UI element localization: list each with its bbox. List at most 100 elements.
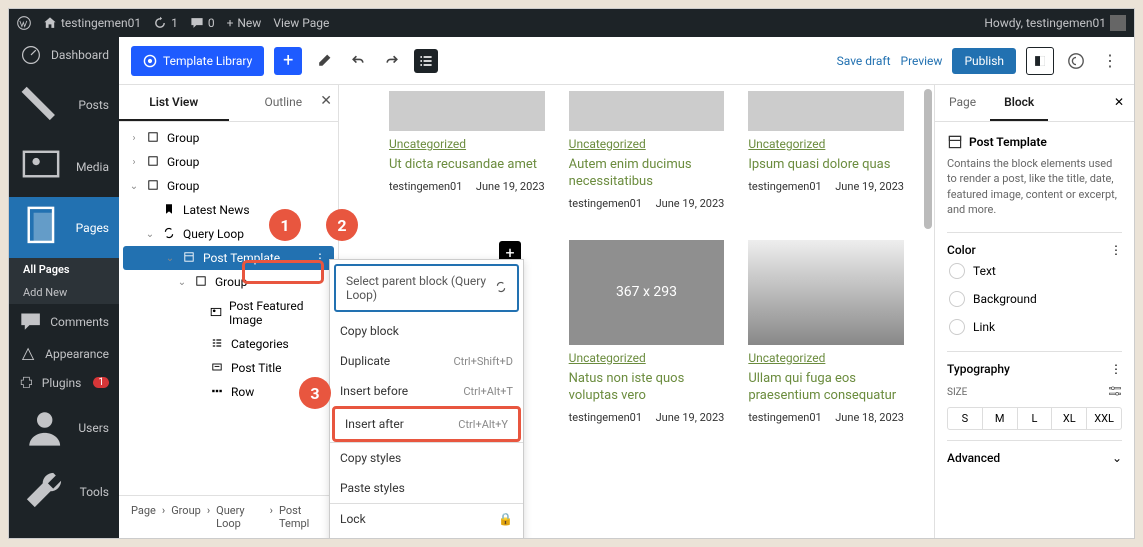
post-featured-image[interactable] <box>748 91 904 131</box>
post-title[interactable]: Ullam qui fuga eos praesentium consequat… <box>748 371 904 405</box>
color-background[interactable]: Background <box>947 285 1122 313</box>
post-card[interactable]: Uncategorized Autem enim ducimus necessi… <box>569 91 725 210</box>
canvas-scrollbar[interactable] <box>924 85 932 538</box>
tab-page[interactable]: Page <box>935 85 990 121</box>
post-featured-image[interactable] <box>748 240 904 345</box>
sidebar-item-tools[interactable]: Tools <box>9 459 119 524</box>
size-l[interactable]: L <box>1018 408 1053 429</box>
post-title[interactable]: Natus non iste quos voluptas vero <box>569 371 725 405</box>
comments-count[interactable]: 0 <box>190 16 215 30</box>
tree-item[interactable]: ⌄Group <box>119 270 338 294</box>
sidebar-item-posts[interactable]: Posts <box>9 73 119 136</box>
post-title[interactable]: Autem enim ducimus necessitatibus <box>569 157 725 191</box>
advanced-label[interactable]: Advanced <box>947 451 1000 465</box>
tree-toggle-icon[interactable]: ⌄ <box>127 181 141 192</box>
color-options-icon[interactable]: ⋮ <box>1110 243 1122 257</box>
post-card[interactable]: Uncategorized Ullam qui fuga eos praesen… <box>748 240 904 424</box>
sidebar-item-settings[interactable]: Settings <box>9 524 119 539</box>
options-icon[interactable]: ⋮ <box>1098 49 1122 73</box>
tree-item[interactable]: ⌄Post Template⋮ <box>123 246 334 270</box>
tree-toggle-icon[interactable]: ⌄ <box>163 253 177 264</box>
site-name[interactable]: testingemen01 <box>43 16 141 30</box>
post-category-link[interactable]: Uncategorized <box>748 137 904 151</box>
tree-item[interactable]: Post Title <box>119 356 338 380</box>
listview-close-icon[interactable]: ✕ <box>320 93 332 109</box>
sidebar-item-comments[interactable]: Comments <box>9 304 119 339</box>
dropdown-item[interactable]: Lock🔒 <box>330 504 523 534</box>
inspector-close-icon[interactable]: ✕ <box>1104 85 1134 121</box>
tab-block[interactable]: Block <box>990 85 1048 121</box>
post-title[interactable]: Ut dicta recusandae amet <box>389 157 545 174</box>
post-featured-image[interactable]: 367 x 293 <box>569 240 725 345</box>
post-card[interactable]: Uncategorized Ipsum quasi dolore quas te… <box>748 91 904 210</box>
post-card[interactable]: Uncategorized Ut dicta recusandae amet t… <box>389 91 545 210</box>
sidebar-item-users[interactable]: Users <box>9 396 119 459</box>
sidebar-item-dashboard[interactable]: Dashboard <box>9 37 119 73</box>
post-featured-image[interactable] <box>389 91 545 131</box>
dropdown-item[interactable]: Insert beforeCtrl+Alt+T <box>330 376 523 406</box>
dropdown-item[interactable]: Export Block↗ <box>330 534 523 539</box>
typography-options-icon[interactable]: ⋮ <box>1110 362 1122 376</box>
tree-item[interactable]: Categories <box>119 332 338 356</box>
tree-item[interactable]: Latest News <box>119 198 338 222</box>
select-parent-button[interactable]: Select parent block (Query Loop) <box>334 264 519 312</box>
publish-button[interactable]: Publish <box>952 48 1016 74</box>
tree-toggle-icon[interactable]: ⌄ <box>143 229 157 240</box>
tree-options-icon[interactable]: ⋮ <box>314 251 328 265</box>
size-s[interactable]: S <box>948 408 983 429</box>
breadcrumb-item[interactable]: Page <box>131 504 156 530</box>
post-title[interactable]: Ipsum quasi dolore quas <box>748 157 904 174</box>
template-library-button[interactable]: Template Library <box>131 46 264 76</box>
sidebar-item-appearance[interactable]: Appearance <box>9 339 119 369</box>
size-xxl[interactable]: XXL <box>1087 408 1121 429</box>
save-draft-link[interactable]: Save draft <box>837 54 891 68</box>
tree-toggle-icon[interactable]: › <box>127 133 141 144</box>
post-category-link[interactable]: Uncategorized <box>569 137 725 151</box>
sidebar-item-plugins[interactable]: Plugins1 <box>9 369 119 396</box>
post-category-link[interactable]: Uncategorized <box>748 351 904 365</box>
breadcrumb-item[interactable]: Post Templ <box>279 504 326 530</box>
size-m[interactable]: M <box>983 408 1018 429</box>
size-settings-icon[interactable] <box>1108 384 1122 401</box>
updates-count[interactable]: 1 <box>153 16 178 30</box>
preview-link[interactable]: Preview <box>901 54 943 68</box>
tree-item[interactable]: ⌄Group <box>119 174 338 198</box>
dropdown-item[interactable]: Copy block <box>330 316 523 346</box>
sidebar-sub-add-new[interactable]: Add New <box>9 281 119 304</box>
color-text[interactable]: Text <box>947 257 1122 285</box>
post-featured-image[interactable] <box>569 91 725 131</box>
sidebar-item-pages[interactable]: Pages <box>9 197 119 258</box>
edit-icon[interactable] <box>312 49 336 73</box>
color-link[interactable]: Link <box>947 313 1122 341</box>
dropdown-item[interactable]: Insert afterCtrl+Alt+Y <box>332 406 521 442</box>
size-xl[interactable]: XL <box>1052 408 1087 429</box>
add-block-button[interactable]: + <box>274 47 302 75</box>
sidebar-item-media[interactable]: Media <box>9 136 119 197</box>
chevron-down-icon[interactable]: ⌄ <box>1112 451 1122 465</box>
post-card[interactable]: 367 x 293 Uncategorized Natus non iste q… <box>569 240 725 424</box>
howdy-user[interactable]: Howdy, testingemen01 <box>984 15 1126 31</box>
post-category-link[interactable]: Uncategorized <box>569 351 725 365</box>
dropdown-item[interactable]: Copy styles <box>330 443 523 473</box>
tree-toggle-icon[interactable]: ⌄ <box>175 277 189 288</box>
tree-toggle-icon[interactable]: › <box>127 157 141 168</box>
tab-listview[interactable]: List View <box>119 85 229 121</box>
dropdown-item[interactable]: DuplicateCtrl+Shift+D <box>330 346 523 376</box>
view-page-link[interactable]: View Page <box>273 16 329 30</box>
breadcrumb-item[interactable]: Query Loop <box>216 504 264 530</box>
tree-item[interactable]: ›Group <box>119 150 338 174</box>
sidebar-sub-all-pages[interactable]: All Pages <box>9 258 119 281</box>
gutentor-icon[interactable] <box>1064 49 1088 73</box>
tree-item[interactable]: Post Featured Image <box>119 294 338 332</box>
listview-toggle-icon[interactable] <box>414 49 438 73</box>
undo-icon[interactable] <box>346 49 370 73</box>
breadcrumb-item[interactable]: Group <box>171 504 201 530</box>
tree-item[interactable]: ›Group <box>119 126 338 150</box>
post-category-link[interactable]: Uncategorized <box>389 137 545 151</box>
new-content[interactable]: + New <box>227 16 262 30</box>
responsive-toggle[interactable] <box>1026 47 1054 75</box>
wp-logo[interactable] <box>17 16 31 30</box>
dropdown-item[interactable]: Paste styles <box>330 473 523 503</box>
redo-icon[interactable] <box>380 49 404 73</box>
tree-item[interactable]: ⌄Query Loop <box>119 222 338 246</box>
